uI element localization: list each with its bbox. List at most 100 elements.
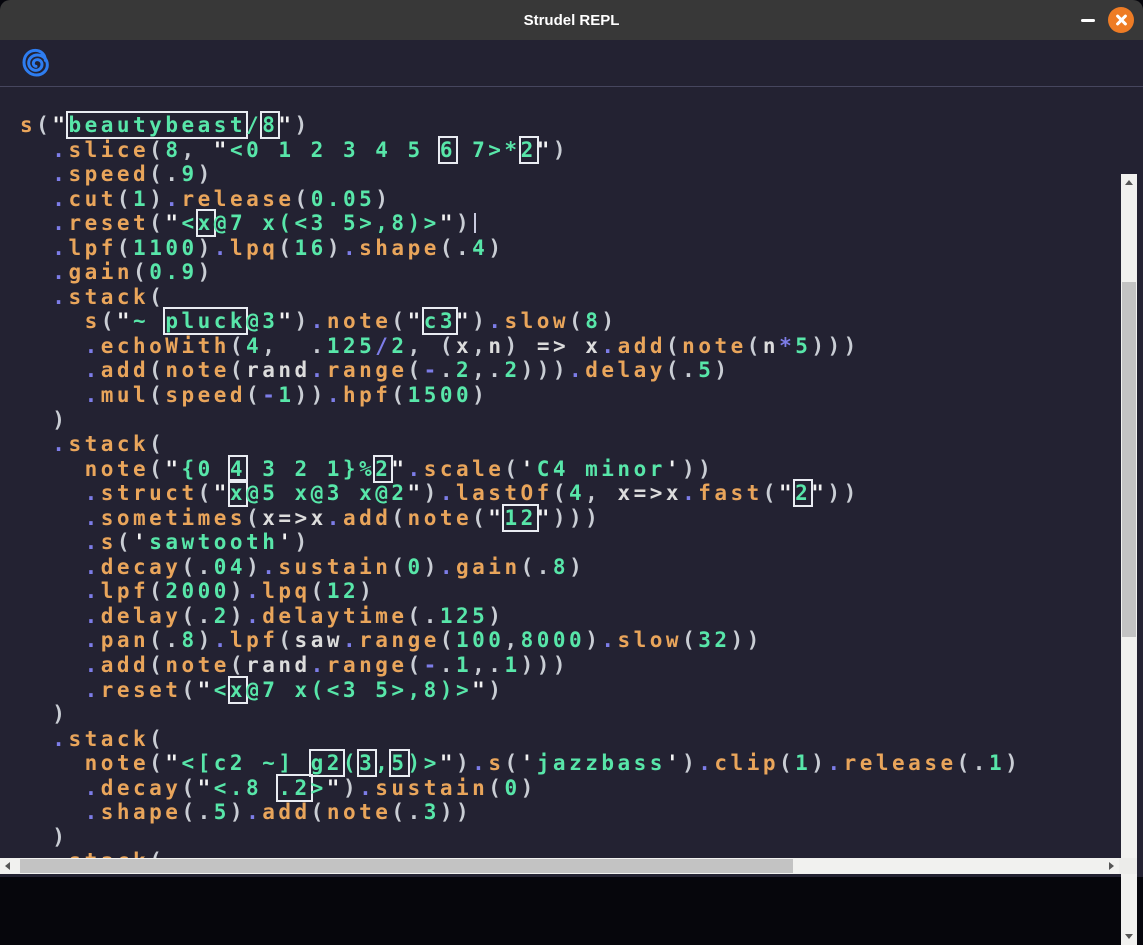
code-token: " xyxy=(327,776,343,800)
code-token: - xyxy=(262,383,278,407)
code-token: . xyxy=(52,236,68,260)
code-token: delay xyxy=(101,604,182,628)
code-token: note xyxy=(408,506,473,530)
code-token: ( xyxy=(408,604,424,628)
code-line[interactable]: .slice(8, "<0 1 2 3 4 5 6 7>*2") xyxy=(20,138,1119,163)
code-line[interactable]: .struct("x@5 x@3 x@2").lastOf(4, x=>x.fa… xyxy=(20,481,1119,506)
code-token: 1 xyxy=(989,751,1005,775)
code-line[interactable]: .stack( xyxy=(20,285,1119,310)
scrollbar-corner xyxy=(1119,858,1137,874)
scroll-down-icon[interactable] xyxy=(1125,934,1133,939)
code-line[interactable]: .lpf(2000).lpq(12) xyxy=(20,579,1119,604)
code-token: ) xyxy=(359,579,375,603)
close-button[interactable] xyxy=(1108,7,1134,33)
code-token: ( xyxy=(149,628,165,652)
code-line[interactable]: .s('sawtooth') xyxy=(20,530,1119,555)
code-token: > xyxy=(311,776,327,800)
code-token: ) xyxy=(553,138,569,162)
code-token: ( xyxy=(149,285,165,309)
code-token: ( xyxy=(295,187,311,211)
code-line[interactable]: .stack( xyxy=(20,849,1119,858)
code-token: ' xyxy=(521,751,537,775)
scroll-up-icon[interactable] xyxy=(1125,180,1133,185)
active-event-token: 2 xyxy=(795,481,811,505)
code-token: 4 xyxy=(569,481,585,505)
code-token: 1500 xyxy=(408,383,473,407)
code-line[interactable]: .lpf(1100).lpq(16).shape(.4) xyxy=(20,236,1119,261)
scroll-left-icon[interactable] xyxy=(5,862,10,870)
code-line[interactable]: ) xyxy=(20,408,1119,433)
titlebar[interactable]: Strudel REPL xyxy=(0,0,1143,40)
code-token: add xyxy=(262,800,310,824)
code-line[interactable]: .decay("<.8 .2>").sustain(0) xyxy=(20,776,1119,801)
code-line[interactable]: .add(note(rand.range(-.2,.2))).delay(.5) xyxy=(20,358,1119,383)
code-line[interactable]: .decay(.04).sustain(0).gain(.8) xyxy=(20,555,1119,580)
code-token: ) xyxy=(295,309,311,333)
code-token xyxy=(20,358,85,382)
code-token: note xyxy=(682,334,747,358)
code-token xyxy=(20,334,85,358)
code-token: 4 xyxy=(246,334,262,358)
code-token: ( xyxy=(521,555,537,579)
code-token: ) xyxy=(682,751,698,775)
code-token: ) xyxy=(424,481,440,505)
code-line[interactable]: s("beautybeast/8") xyxy=(20,113,1119,138)
code-token: gain xyxy=(68,260,133,284)
code-line[interactable]: .echoWith(4, .125/2, (x,n) => x.add(note… xyxy=(20,334,1119,359)
code-editor[interactable]: s("beautybeast/8") .slice(8, "<0 1 2 3 4… xyxy=(0,87,1119,858)
code-token: ( xyxy=(246,506,262,530)
code-line[interactable]: .pan(.8).lpf(saw.range(100,8000).slow(32… xyxy=(20,628,1119,653)
vertical-scrollbar[interactable] xyxy=(1121,174,1137,945)
code-token: ))) xyxy=(521,358,569,382)
code-token: ' xyxy=(521,457,537,481)
code-token: ) xyxy=(52,702,68,726)
code-token: <[c2 ~] xyxy=(181,751,310,775)
code-line[interactable]: ) xyxy=(20,825,1119,850)
active-event-token: 3 xyxy=(359,751,375,775)
code-line[interactable]: .speed(.9) xyxy=(20,162,1119,187)
code-line[interactable]: .delay(.2).delaytime(.125) xyxy=(20,604,1119,629)
horizontal-scrollbar-thumb[interactable] xyxy=(20,859,793,873)
code-line[interactable]: .mul(speed(-1)).hpf(1500) xyxy=(20,383,1119,408)
code-token: 16 xyxy=(295,236,327,260)
code-token: ( xyxy=(133,260,149,284)
strudel-spiral-logo[interactable] xyxy=(20,47,52,79)
code-token: ) xyxy=(505,334,521,358)
code-token: . xyxy=(262,555,278,579)
code-line[interactable]: .stack( xyxy=(20,727,1119,752)
code-line[interactable]: .stack( xyxy=(20,432,1119,457)
code-line[interactable]: .reset("<x@7 x(<3 5>,8)>") xyxy=(20,211,1119,236)
scroll-right-icon[interactable] xyxy=(1109,862,1114,870)
code-token: " xyxy=(537,138,553,162)
code-token: ( xyxy=(569,309,585,333)
code-token: stack xyxy=(68,432,149,456)
code-token xyxy=(20,800,85,824)
code-token: ) xyxy=(295,113,311,137)
code-token xyxy=(20,506,85,530)
horizontal-scrollbar[interactable] xyxy=(0,858,1119,874)
code-line[interactable]: ) xyxy=(20,702,1119,727)
code-line[interactable]: s("~ pluck@3").note("c3").slow(8) xyxy=(20,309,1119,334)
code-token: . xyxy=(52,727,68,751)
code-token: cut xyxy=(68,187,116,211)
code-line[interactable]: note("{0 4 3 2 1}%2".scale('C4 minor')) xyxy=(20,457,1119,482)
code-line[interactable]: note("<[c2 ~] g2(3,5)>").s('jazzbass').c… xyxy=(20,751,1119,776)
code-line[interactable]: .gain(0.9) xyxy=(20,260,1119,285)
code-token: . xyxy=(214,236,230,260)
code-line[interactable]: .sometimes(x=>x.add(note("12"))) xyxy=(20,506,1119,531)
code-line[interactable]: .cut(1).release(0.05) xyxy=(20,187,1119,212)
code-token: 9 xyxy=(181,162,197,186)
code-token: shape xyxy=(359,236,440,260)
code-token: s xyxy=(85,309,101,333)
code-token: ( xyxy=(763,481,779,505)
code-token: " xyxy=(214,138,230,162)
code-line[interactable]: .add(note(rand.range(-.1,.1))) xyxy=(20,653,1119,678)
active-event-token: g2 xyxy=(311,751,343,775)
code-token: note xyxy=(85,751,150,775)
code-token: . xyxy=(343,628,359,652)
code-token: @7 x(<3 5>,8)> xyxy=(214,211,440,235)
minimize-button[interactable] xyxy=(1077,10,1099,30)
code-line[interactable]: .reset("<x@7 x(<3 5>,8)>") xyxy=(20,678,1119,703)
vertical-scrollbar-thumb[interactable] xyxy=(1122,282,1136,637)
code-line[interactable]: .shape(.5).add(note(.3)) xyxy=(20,800,1119,825)
